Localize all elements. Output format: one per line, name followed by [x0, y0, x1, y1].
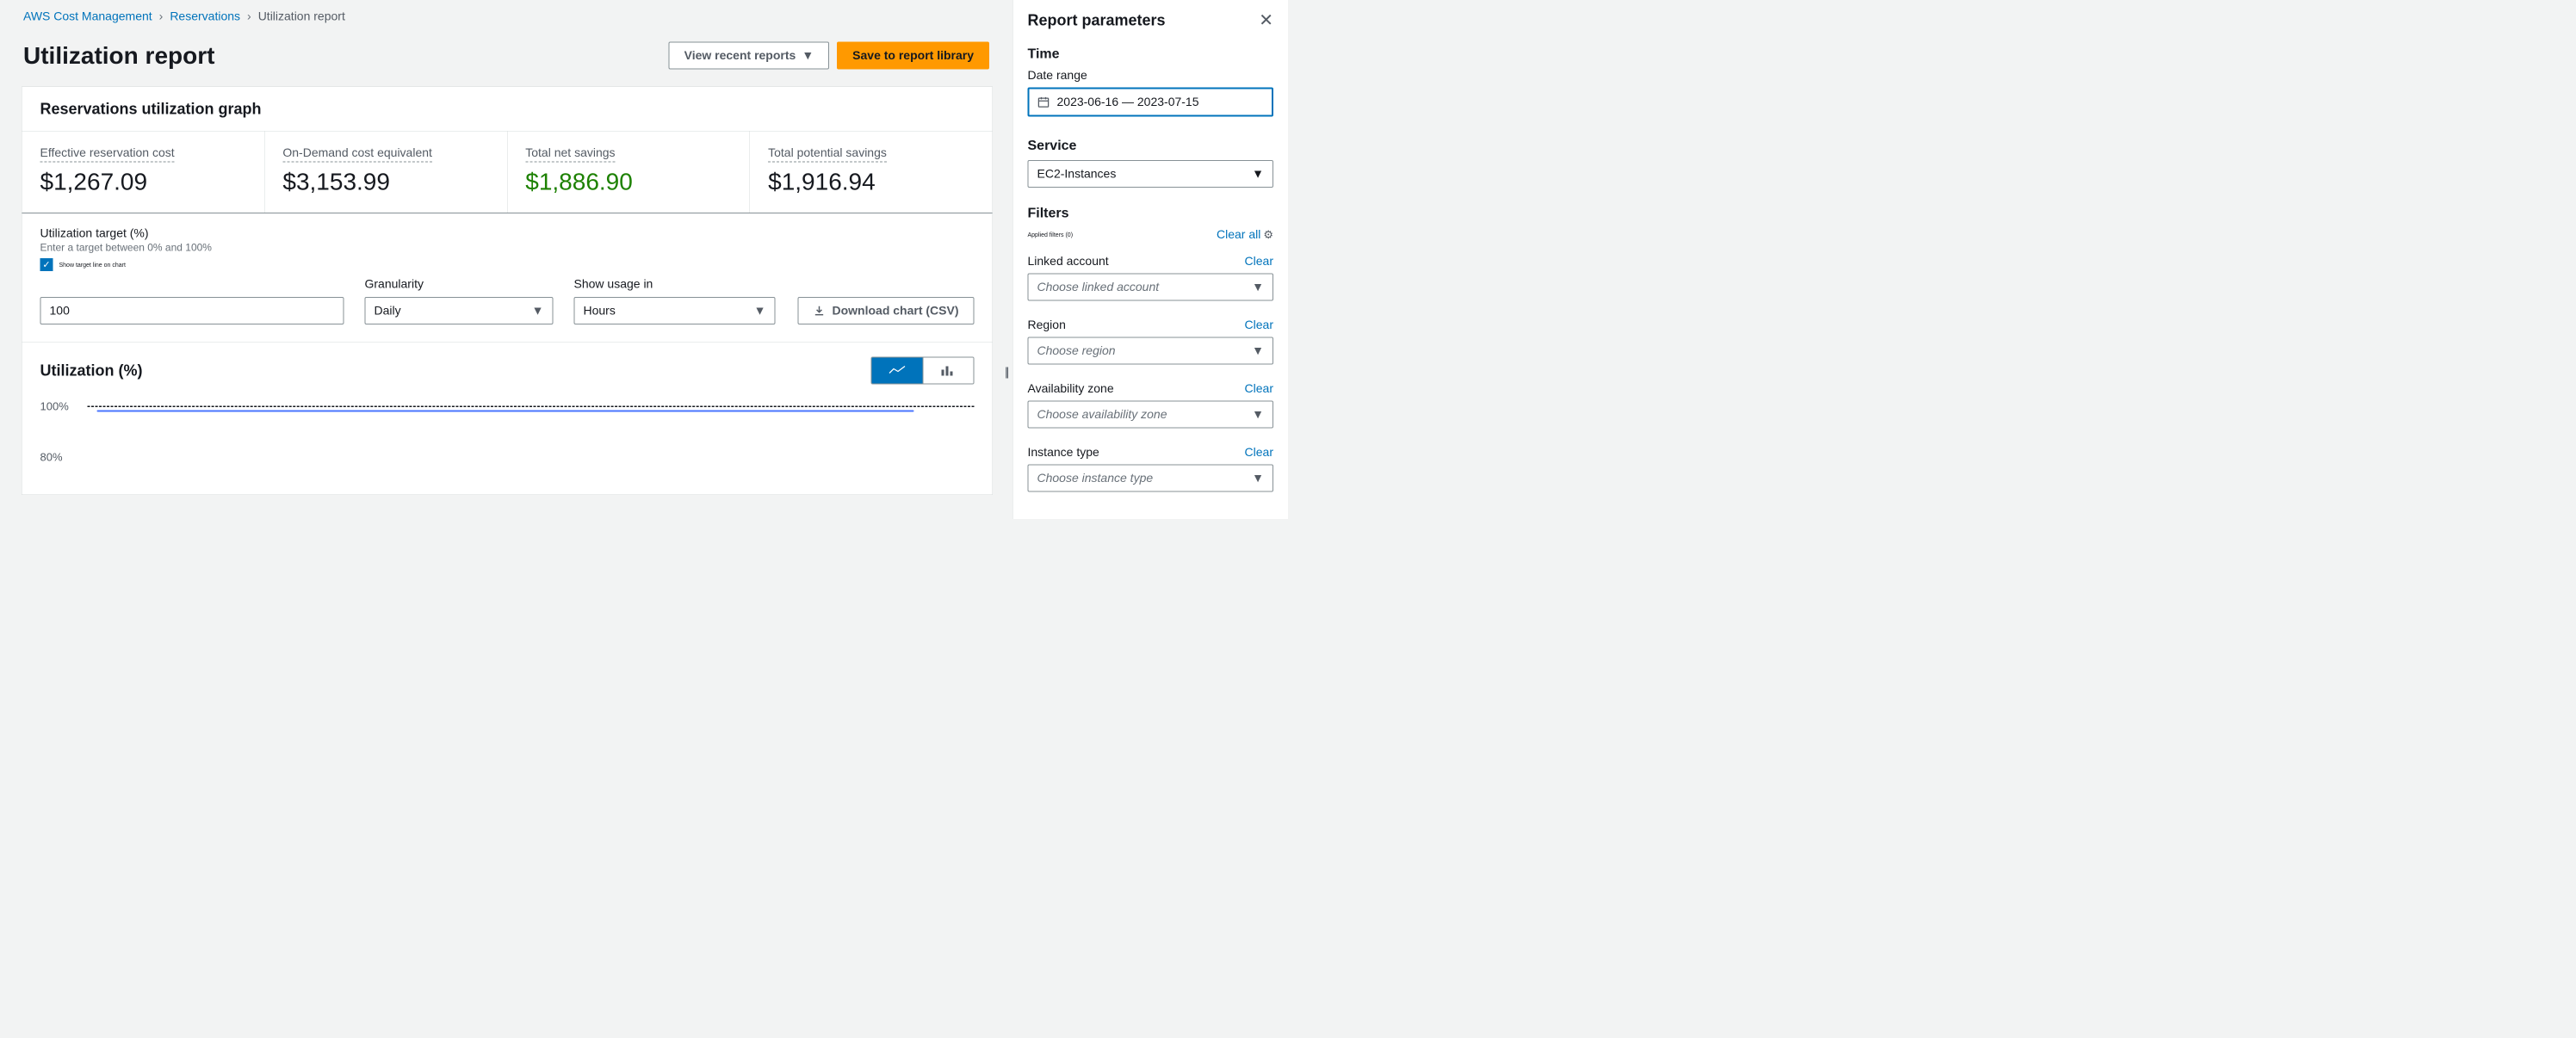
clear-linked-account[interactable]: Clear: [1245, 255, 1273, 269]
chevron-right-icon: ›: [247, 9, 251, 23]
clear-all-link[interactable]: Clear all: [1217, 228, 1260, 242]
show-target-checkbox[interactable]: ✓: [40, 258, 53, 271]
utilization-target-hint: Enter a target between 0% and 100%: [40, 242, 975, 254]
breadcrumb-root[interactable]: AWS Cost Management: [23, 9, 152, 23]
caret-down-icon: ▼: [754, 304, 766, 318]
metric-value-net-savings: $1,886.90: [525, 168, 731, 196]
metric-value-ondemand: $3,153.99: [282, 168, 488, 196]
az-label: Availability zone: [1028, 382, 1114, 396]
granularity-label: Granularity: [365, 277, 554, 291]
view-recent-label: View recent reports: [684, 48, 796, 62]
gear-icon[interactable]: ⚙: [1263, 228, 1273, 241]
metric-value-potential: $1,916.94: [768, 168, 974, 196]
usage-select[interactable]: Hours ▼: [574, 297, 776, 324]
panel-resize-handle[interactable]: ||: [1005, 365, 1007, 379]
caret-down-icon: ▼: [802, 48, 814, 62]
save-report-button[interactable]: Save to report library: [837, 41, 989, 69]
caret-down-icon: ▼: [532, 304, 544, 318]
line-chart-toggle[interactable]: [872, 358, 923, 384]
linked-account-select[interactable]: Choose linked account ▼: [1028, 274, 1274, 301]
page-title: Utilization report: [23, 41, 214, 70]
metric-label-effective-cost: Effective reservation cost: [40, 146, 175, 163]
target-line: [88, 406, 975, 408]
breadcrumb: AWS Cost Management › Reservations › Uti…: [0, 0, 1012, 28]
breadcrumb-reservations[interactable]: Reservations: [170, 9, 240, 23]
card-title: Reservations utilization graph: [40, 100, 975, 118]
date-range-label: Date range: [1028, 69, 1274, 83]
linked-account-label: Linked account: [1028, 255, 1109, 269]
utilization-target-input[interactable]: 100: [40, 297, 344, 324]
caret-down-icon: ▼: [1252, 344, 1264, 358]
y-tick-100: 100%: [40, 400, 69, 414]
clear-az[interactable]: Clear: [1245, 382, 1273, 396]
close-icon[interactable]: ✕: [1259, 12, 1273, 29]
clear-region[interactable]: Clear: [1245, 318, 1273, 332]
calendar-icon: [1037, 96, 1050, 108]
granularity-select[interactable]: Daily ▼: [365, 297, 554, 324]
service-select[interactable]: EC2-Instances ▼: [1028, 160, 1274, 188]
time-section-title: Time: [1028, 46, 1274, 62]
metric-label-ondemand: On-Demand cost equivalent: [282, 146, 432, 163]
chevron-right-icon: ›: [159, 9, 164, 23]
breadcrumb-current: Utilization report: [258, 9, 345, 23]
view-recent-reports-button[interactable]: View recent reports ▼: [669, 41, 830, 69]
caret-down-icon: ▼: [1252, 472, 1264, 485]
line-chart-icon: [889, 365, 906, 377]
utilization-line: [97, 411, 914, 412]
y-tick-80: 80%: [40, 451, 63, 465]
chart-title: Utilization (%): [40, 361, 143, 380]
metric-label-potential: Total potential savings: [768, 146, 887, 163]
download-icon: [813, 305, 825, 317]
caret-down-icon: ▼: [1252, 408, 1264, 422]
side-panel-title: Report parameters: [1028, 11, 1166, 29]
service-section-title: Service: [1028, 138, 1274, 154]
clear-instance-type[interactable]: Clear: [1245, 446, 1273, 460]
region-label: Region: [1028, 318, 1066, 332]
utilization-chart: 100% 80%: [40, 400, 975, 478]
region-select[interactable]: Choose region ▼: [1028, 337, 1274, 365]
caret-down-icon: ▼: [1252, 281, 1264, 294]
bar-chart-icon: [941, 365, 957, 377]
download-csv-button[interactable]: Download chart (CSV): [797, 297, 974, 324]
az-select[interactable]: Choose availability zone ▼: [1028, 401, 1274, 429]
applied-filters-count: Applied filters (0): [1028, 232, 1074, 238]
caret-down-icon: ▼: [1252, 167, 1264, 181]
utilization-target-label: Utilization target (%): [40, 226, 975, 240]
filters-section-title: Filters: [1028, 205, 1274, 221]
instance-type-select[interactable]: Choose instance type ▼: [1028, 465, 1274, 492]
usage-label: Show usage in: [574, 277, 776, 291]
metric-value-effective-cost: $1,267.09: [40, 168, 246, 196]
instance-type-label: Instance type: [1028, 446, 1099, 460]
metric-label-net-savings: Total net savings: [525, 146, 615, 163]
bar-chart-toggle[interactable]: [923, 358, 974, 384]
show-target-label: Show target line on chart: [59, 262, 126, 269]
chart-type-toggle: [871, 357, 975, 385]
date-range-input[interactable]: 2023-06-16 — 2023-07-15: [1028, 88, 1274, 117]
